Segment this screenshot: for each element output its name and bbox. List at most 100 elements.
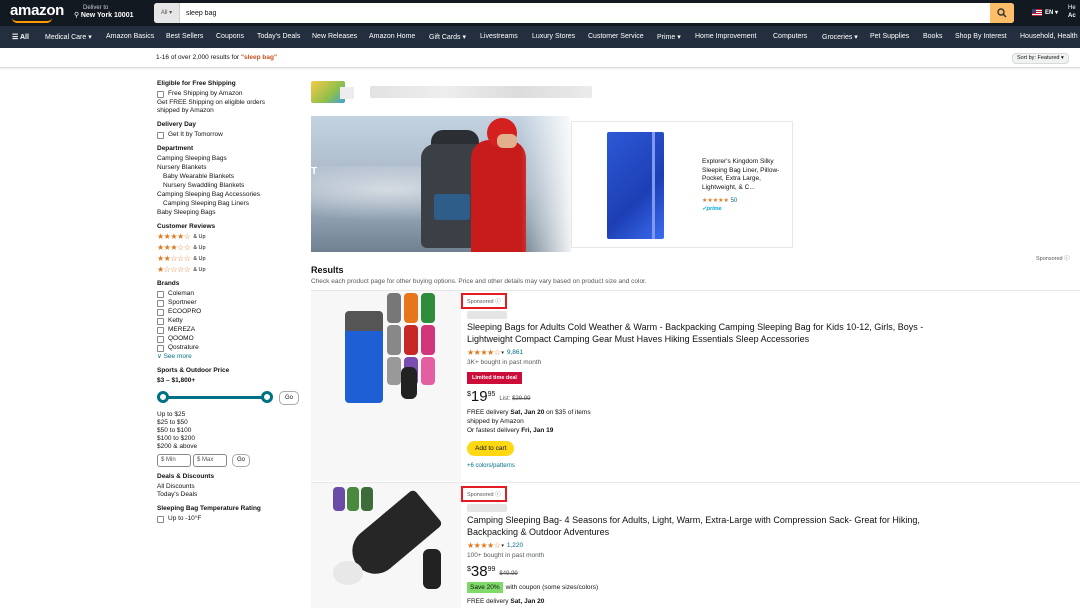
checkbox[interactable] <box>157 335 164 343</box>
product-rating[interactable]: ★★★★☆ ▾ 1,220 <box>467 541 927 550</box>
us-flag-icon[interactable] <box>1032 9 1042 16</box>
filter-temperature[interactable]: Up to -10°F <box>157 515 307 523</box>
price-option[interactable]: $100 to $200 <box>157 435 307 443</box>
price-option[interactable]: Up to $25 <box>157 411 307 419</box>
nav-livestreams[interactable]: Livestreams <box>480 33 518 40</box>
price-slider-max-handle[interactable] <box>261 391 273 403</box>
checkbox[interactable] <box>157 290 164 298</box>
filter-brand[interactable]: Ketty <box>157 317 307 325</box>
price-option[interactable]: $25 to $50 <box>157 419 307 427</box>
department-link[interactable]: Camping Sleeping Bag Liners <box>157 200 307 208</box>
department-link[interactable]: Baby Wearable Blankets <box>157 173 307 181</box>
filter-brand[interactable]: Coleman <box>157 290 307 298</box>
product-price[interactable]: $38 99 $49.99 <box>467 564 927 579</box>
featured-rating[interactable]: ★★★★★ 50 <box>702 197 737 204</box>
nav-pet-supplies[interactable]: Pet Supplies <box>870 33 909 40</box>
price-option[interactable]: $200 & above <box>157 443 307 451</box>
filter-brand[interactable]: ECOOPRO <box>157 308 307 316</box>
nav-amazon-home[interactable]: Amazon Home <box>369 33 415 40</box>
sponsored-banner-image[interactable]: T <box>311 116 571 252</box>
price-max-input[interactable]: $ Max <box>193 454 227 467</box>
price-option[interactable]: $50 to $100 <box>157 427 307 435</box>
nav-amazon-basics[interactable]: Amazon Basics <box>106 33 154 40</box>
nav-todays-deals[interactable]: Today's Deals <box>257 33 300 40</box>
department-link[interactable]: Baby Sleeping Bags <box>157 209 307 217</box>
account-menu[interactable]: He Ac <box>1068 4 1076 20</box>
featured-product-title[interactable]: Explorer's Kingdom Silky Sleeping Bag Li… <box>702 158 792 192</box>
price-min-input[interactable]: $ Min <box>157 454 191 467</box>
nav-gift-cards[interactable]: Gift Cards ▾ <box>429 33 466 41</box>
checkbox[interactable] <box>157 299 164 307</box>
price-slider[interactable]: Go <box>157 389 307 405</box>
nav-computers[interactable]: Computers <box>773 33 807 40</box>
filter-brand[interactable]: QOOMO <box>157 335 307 343</box>
sponsored-label[interactable]: Sponsored ⓘ <box>461 293 507 309</box>
filter-delivery-tomorrow[interactable]: Get It by Tomorrow <box>157 131 307 139</box>
product-title[interactable]: Camping Sleeping Bag- 4 Seasons for Adul… <box>467 514 927 538</box>
checkbox[interactable] <box>157 308 164 316</box>
deliver-to-label: Deliver to <box>83 5 109 11</box>
nav-medical-care[interactable]: Medical Care ▾ <box>45 33 92 41</box>
sort-dropdown[interactable]: Sort by: Featured ▾ <box>1012 53 1069 64</box>
amazon-logo[interactable]: amazon <box>10 2 64 19</box>
filter-rating-3[interactable]: ★★★☆☆ & Up <box>157 244 307 252</box>
filter-brand[interactable]: MEREZA <box>157 326 307 334</box>
filter-rating-4[interactable]: ★★★★☆ & Up <box>157 233 307 241</box>
search-input[interactable] <box>182 3 982 23</box>
department-link[interactable]: Nursery Blankets <box>157 164 307 172</box>
filter-brand[interactable]: Sportneer <box>157 299 307 307</box>
nav-shop-by-interest[interactable]: Shop By Interest <box>955 33 1007 40</box>
department-link[interactable]: Camping Sleeping Bags <box>157 155 307 163</box>
filter-free-shipping[interactable]: Free Shipping by Amazon <box>157 90 307 98</box>
nav-best-sellers[interactable]: Best Sellers <box>166 33 203 40</box>
nav-household-health[interactable]: Household, Health <box>1020 33 1078 40</box>
search-button[interactable] <box>990 3 1014 23</box>
checkbox[interactable] <box>157 317 164 325</box>
checkbox[interactable] <box>157 131 164 139</box>
nav-groceries[interactable]: Groceries ▾ <box>822 33 858 41</box>
nav-home-improvement[interactable]: Home Improvement <box>695 33 756 40</box>
price-minmax-go-button[interactable]: Go <box>232 454 250 467</box>
product-rating[interactable]: ★★★★☆ ▾ 9,861 <box>467 348 927 357</box>
nav-luxury-stores[interactable]: Luxury Stores <box>532 33 575 40</box>
price-go-button[interactable]: Go <box>279 391 299 405</box>
results-count: 1-16 of over 2,000 results for "sleep ba… <box>156 54 278 61</box>
nav-customer-service[interactable]: Customer Service <box>588 33 644 40</box>
deal-link[interactable]: All Discounts <box>157 483 307 491</box>
blue-sleeping-bag-liner-image[interactable] <box>607 132 664 239</box>
filter-heading-delivery: Delivery Day <box>157 121 197 128</box>
nav-coupons[interactable]: Coupons <box>216 33 244 40</box>
product-image[interactable] <box>311 483 461 608</box>
chevron-down-icon: ▾ <box>501 349 504 356</box>
top-header: amazon Deliver to ⚲ New York 10001 All ▾… <box>0 0 1080 26</box>
product-title[interactable]: Sleeping Bags for Adults Cold Weather & … <box>467 321 927 345</box>
product-price[interactable]: $19 95 List: $29.99 <box>467 389 927 404</box>
filter-rating-1[interactable]: ★☆☆☆☆ & Up <box>157 266 307 274</box>
featured-product-card[interactable]: Explorer's Kingdom Silky Sleeping Bag Li… <box>571 121 793 248</box>
checkbox[interactable] <box>157 344 164 352</box>
checkbox[interactable] <box>157 515 164 523</box>
sponsored-label[interactable]: Sponsored ⓘ <box>1036 254 1070 262</box>
coupon-info[interactable]: Save 20% with coupon (some sizes/colors) <box>467 582 927 593</box>
nav-new-releases[interactable]: New Releases <box>312 33 357 40</box>
filter-rating-2[interactable]: ★★☆☆☆ & Up <box>157 255 307 263</box>
nav-prime[interactable]: Prime ▾ <box>657 33 681 41</box>
price-slider-min-handle[interactable] <box>157 391 169 403</box>
sponsored-label[interactable]: Sponsored ⓘ <box>461 486 507 502</box>
nav-books[interactable]: Books <box>923 33 942 40</box>
checkbox[interactable] <box>157 90 164 98</box>
language-selector[interactable]: EN ▾ <box>1045 9 1058 16</box>
deal-link[interactable]: Today's Deals <box>157 491 307 499</box>
deliver-to[interactable]: Deliver to ⚲ New York 10001 <box>74 4 133 20</box>
color-options-link[interactable]: +6 colors/patterns <box>467 463 927 469</box>
department-link[interactable]: Nursery Swaddling Blankets <box>157 182 307 190</box>
nav-all[interactable]: ☰ All <box>12 33 29 41</box>
blurred-brand-headline <box>370 86 592 98</box>
add-to-cart-button[interactable]: Add to cart <box>467 441 515 456</box>
product-image[interactable] <box>311 291 461 481</box>
filter-brand[interactable]: Qostrature <box>157 344 307 352</box>
search-category-select[interactable]: All ▾ <box>154 3 180 23</box>
see-more-brands-link[interactable]: ∨ See more <box>157 353 307 361</box>
department-link[interactable]: Camping Sleeping Bag Accessories <box>157 191 307 199</box>
checkbox[interactable] <box>157 326 164 334</box>
